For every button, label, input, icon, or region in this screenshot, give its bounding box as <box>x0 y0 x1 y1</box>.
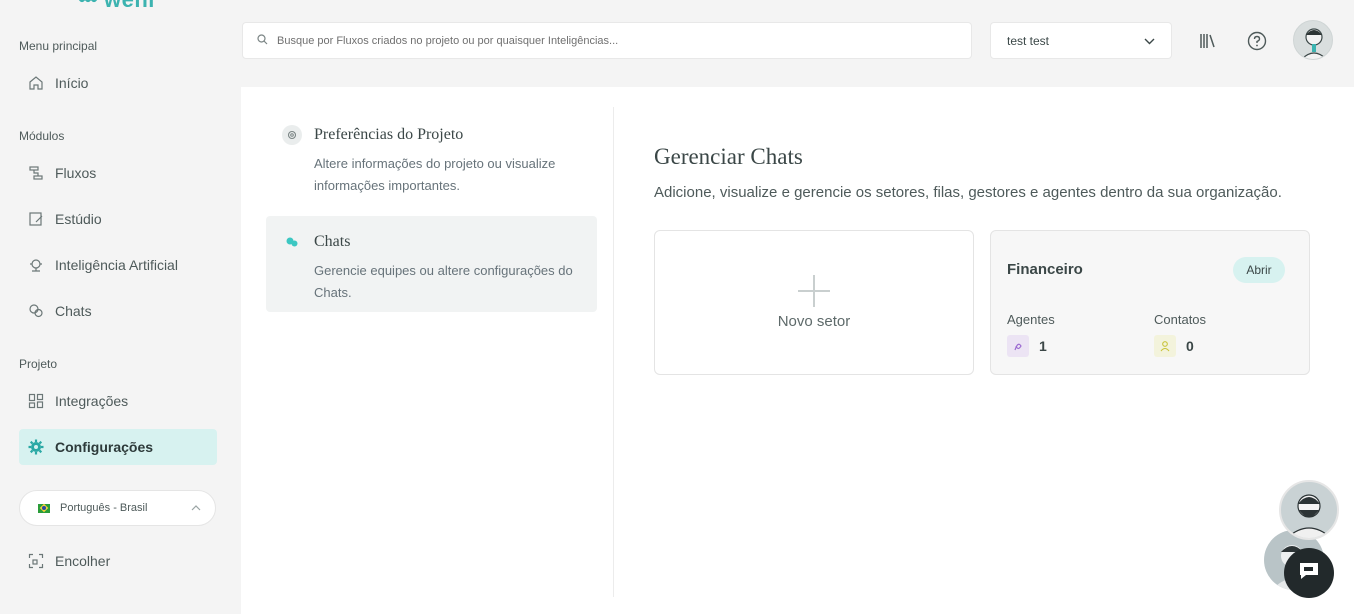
help-icon[interactable] <box>1246 30 1268 52</box>
sidebar-item-fluxos[interactable]: Fluxos <box>19 155 217 191</box>
chevron-down-icon <box>1144 34 1155 48</box>
divider <box>613 107 614 597</box>
menu-project-preferences[interactable]: Preferências do Projeto Altere informaçõ… <box>266 109 597 205</box>
sector-card: Financeiro Abrir Agentes 1 Contatos 0 <box>990 230 1310 375</box>
gear-icon <box>282 125 302 145</box>
library-icon[interactable] <box>1197 30 1219 52</box>
studio-icon <box>27 210 45 228</box>
sidebar-item-integracoes[interactable]: Integrações <box>19 383 217 419</box>
section-modules-title: Módulos <box>19 129 65 143</box>
menu-title: Preferências do Projeto <box>314 126 464 143</box>
robot-icon <box>27 256 45 274</box>
sidebar-item-label: Configurações <box>55 439 154 455</box>
sidebar-item-configuracoes[interactable]: Configurações <box>19 429 217 465</box>
sidebar-item-chats[interactable]: Chats <box>19 293 217 329</box>
language-label: Português - Brasil <box>60 502 148 514</box>
page-title: Gerenciar Chats <box>654 144 803 169</box>
project-select[interactable]: test test <box>990 22 1172 59</box>
new-sector-card[interactable]: Novo setor <box>654 230 974 375</box>
main-panel: Preferências do Projeto Altere informaçõ… <box>241 87 1354 614</box>
language-select[interactable]: Português - Brasil <box>19 490 216 526</box>
gear-icon <box>27 438 45 456</box>
sidebar-item-label: Fluxos <box>55 165 97 181</box>
weni-logo[interactable]: weni <box>78 0 155 13</box>
sidebar-item-estudio[interactable]: Estúdio <box>19 201 217 237</box>
flows-icon <box>27 164 45 182</box>
menu-desc: Altere informações do projeto ou visuali… <box>314 156 556 193</box>
chats-icon <box>27 302 45 320</box>
home-icon <box>27 74 45 92</box>
project-name: test test <box>1007 33 1050 48</box>
sector-name: Financeiro <box>1007 261 1083 278</box>
agents-label: Agentes <box>1007 312 1055 327</box>
search-bar[interactable]: Busque por Fluxos criados no projeto ou … <box>242 22 972 59</box>
chats-icon <box>282 232 302 252</box>
sidebar-item-inicio[interactable]: Início <box>19 65 217 101</box>
menu-chats[interactable]: Chats Gerencie equipes ou altere configu… <box>266 216 597 312</box>
logo-text: weni <box>104 0 155 13</box>
brazil-flag-icon <box>38 503 50 513</box>
sidebar-item-label: Início <box>55 75 89 91</box>
chat-bubble-icon <box>1298 561 1320 586</box>
open-sector-button[interactable]: Abrir <box>1233 257 1285 283</box>
sidebar-item-label: Inteligência Artificial <box>55 257 178 273</box>
integrations-icon <box>27 392 45 410</box>
collapse-sidebar-button[interactable]: Encolher <box>19 543 217 579</box>
user-avatar[interactable] <box>1293 20 1333 60</box>
agent-icon <box>1007 335 1029 357</box>
agents-value: 1 <box>1039 338 1047 354</box>
sidebar-item-label: Integrações <box>55 393 129 409</box>
agents-stat: 1 <box>1007 335 1047 357</box>
support-avatar[interactable] <box>1279 480 1339 540</box>
open-chat-button[interactable] <box>1284 548 1334 598</box>
section-main-title: Menu principal <box>19 39 98 53</box>
chevron-up-icon <box>191 502 201 514</box>
sidebar-item-ia[interactable]: Inteligência Artificial <box>19 247 217 283</box>
collapse-icon <box>27 552 45 570</box>
search-placeholder: Busque por Fluxos criados no projeto ou … <box>277 34 619 47</box>
menu-desc: Gerencie equipes ou altere configurações… <box>314 263 573 300</box>
contacts-label: Contatos <box>1154 312 1207 327</box>
sidebar: weni Menu principal Início Módulos Fluxo… <box>0 0 240 614</box>
contacts-value: 0 <box>1186 338 1194 354</box>
sidebar-item-label: Estúdio <box>55 211 102 227</box>
sidebar-item-label: Chats <box>55 303 92 319</box>
contact-icon <box>1154 335 1176 357</box>
menu-title: Chats <box>314 233 351 250</box>
contacts-stat: 0 <box>1154 335 1194 357</box>
page-subtitle: Adicione, visualize e gerencie os setore… <box>654 184 1282 201</box>
section-project-title: Projeto <box>19 357 58 371</box>
new-sector-label: Novo setor <box>777 313 851 330</box>
plus-icon <box>798 275 830 307</box>
search-icon <box>257 33 268 48</box>
collapse-label: Encolher <box>55 553 111 569</box>
